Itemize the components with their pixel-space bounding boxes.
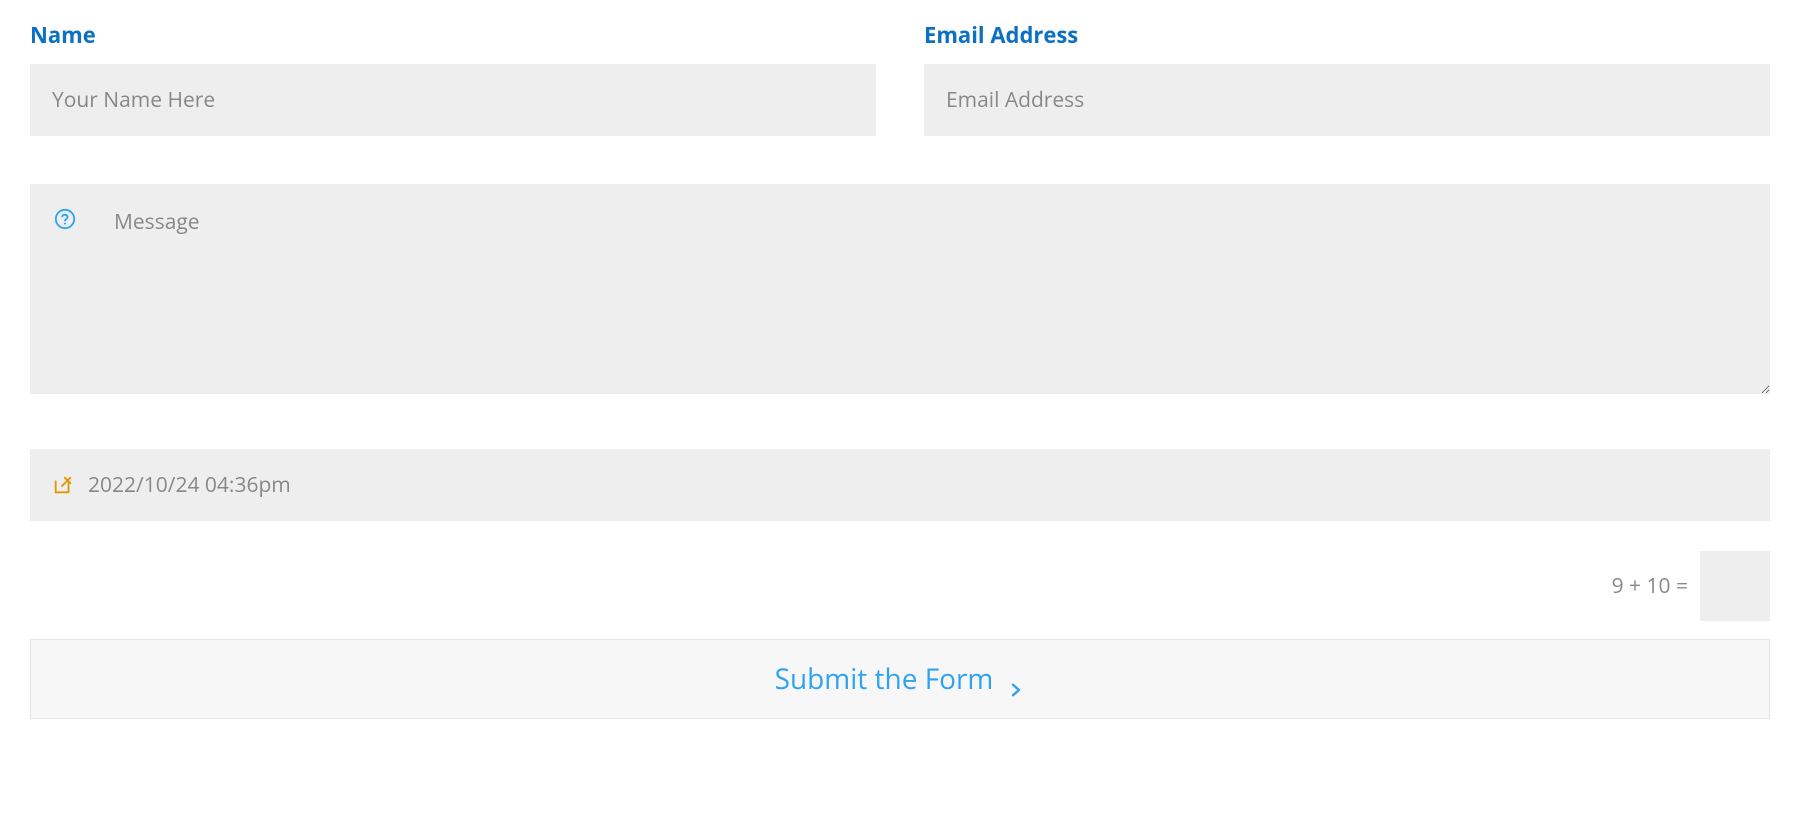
row-captcha: 9 + 10 =	[30, 551, 1770, 621]
pencil-square-icon	[52, 474, 74, 496]
message-textarea[interactable]	[30, 184, 1770, 394]
contact-form: Name Email Address	[30, 20, 1770, 719]
name-label: Name	[30, 20, 876, 50]
row-message	[30, 184, 1770, 401]
submit-button[interactable]: Submit the Form	[30, 639, 1770, 719]
field-group-name: Name	[30, 20, 876, 136]
field-group-email: Email Address	[924, 20, 1770, 136]
chevron-right-icon	[1007, 670, 1025, 688]
email-input[interactable]	[924, 64, 1770, 136]
captcha-input[interactable]	[1700, 551, 1770, 621]
submit-label: Submit the Form	[775, 660, 994, 698]
captcha-question: 9 + 10 =	[1612, 572, 1688, 600]
email-label: Email Address	[924, 20, 1770, 50]
datetime-field[interactable]: 2022/10/24 04:36pm	[30, 449, 1770, 521]
name-input[interactable]	[30, 64, 876, 136]
message-wrap	[30, 184, 1770, 401]
datetime-value: 2022/10/24 04:36pm	[88, 471, 291, 499]
row-name-email: Name Email Address	[30, 20, 1770, 136]
row-datetime: 2022/10/24 04:36pm	[30, 449, 1770, 521]
